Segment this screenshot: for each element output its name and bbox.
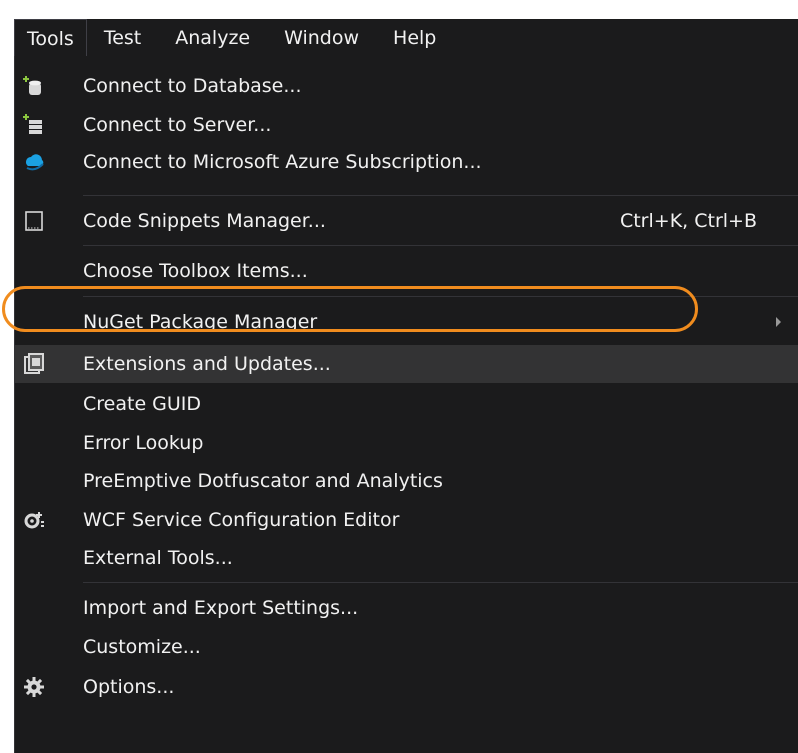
- menu-item-error-lookup[interactable]: Error Lookup: [15, 425, 798, 461]
- menu-item-label: Extensions and Updates...: [83, 353, 331, 375]
- menu-item-label: NuGet Package Manager: [83, 311, 318, 333]
- screenshot-frame: Tools Test Analyze Window Help Connect t…: [0, 0, 798, 753]
- menu-help[interactable]: Help: [376, 19, 453, 57]
- database-icon: [21, 73, 47, 99]
- menu-item-wcf-config[interactable]: WCF Service Configuration Editor: [15, 502, 798, 538]
- gear-icon: [21, 674, 47, 700]
- menu-item-options[interactable]: Options...: [15, 669, 798, 705]
- menu-item-label: Import and Export Settings...: [83, 597, 359, 619]
- menu-item-choose-toolbox[interactable]: Choose Toolbox Items...: [15, 253, 798, 289]
- menu-item-customize[interactable]: Customize...: [15, 629, 798, 665]
- menu-item-nuget[interactable]: NuGet Package Manager: [15, 304, 798, 340]
- menu-item-label: Connect to Server...: [83, 114, 272, 136]
- menu-item-label: Connect to Microsoft Azure Subscription.…: [83, 151, 482, 173]
- menu-item-label: Choose Toolbox Items...: [83, 260, 308, 282]
- menu-item-connect-server[interactable]: Connect to Server...: [15, 107, 798, 143]
- submenu-arrow-icon: [776, 317, 781, 327]
- menu-separator: [83, 582, 798, 583]
- menu-item-create-guid[interactable]: Create GUID: [15, 386, 798, 422]
- menu-item-external-tools[interactable]: External Tools...: [15, 540, 798, 576]
- menu-item-label: Create GUID: [83, 393, 202, 415]
- menu-item-label: PreEmptive Dotfuscator and Analytics: [83, 470, 443, 492]
- menu-item-connect-azure[interactable]: Connect to Microsoft Azure Subscription.…: [15, 144, 798, 180]
- extensions-icon: [21, 351, 47, 377]
- menu-item-code-snippets[interactable]: Code Snippets Manager... Ctrl+K, Ctrl+B: [15, 203, 798, 239]
- menu-item-import-export[interactable]: Import and Export Settings...: [15, 590, 798, 626]
- menu-separator: [83, 245, 798, 246]
- menu-item-label: Connect to Database...: [83, 75, 302, 97]
- menu-bar: Tools Test Analyze Window Help: [14, 19, 798, 57]
- azure-cloud-icon: [21, 149, 47, 175]
- menu-item-label: Customize...: [83, 636, 201, 658]
- menu-item-label: WCF Service Configuration Editor: [83, 509, 400, 531]
- menu-item-label: Error Lookup: [83, 432, 204, 454]
- tools-dropdown-menu: Connect to Database... Connect to Server…: [14, 56, 798, 753]
- menu-item-label: Options...: [83, 676, 175, 698]
- server-icon: [21, 112, 47, 138]
- menu-separator: [83, 195, 798, 196]
- wcf-config-icon: [21, 507, 47, 533]
- menu-window[interactable]: Window: [267, 19, 376, 57]
- snippet-icon: [21, 208, 47, 234]
- menu-test[interactable]: Test: [87, 19, 158, 57]
- menu-item-label: Code Snippets Manager...: [83, 210, 326, 232]
- menu-analyze[interactable]: Analyze: [158, 19, 267, 57]
- menu-tools[interactable]: Tools: [14, 19, 87, 57]
- menu-item-connect-database[interactable]: Connect to Database...: [15, 68, 798, 104]
- menu-item-label: External Tools...: [83, 547, 233, 569]
- shortcut-text: Ctrl+K, Ctrl+B: [619, 210, 757, 232]
- menu-separator: [83, 296, 798, 297]
- menu-item-dotfuscator[interactable]: PreEmptive Dotfuscator and Analytics: [15, 463, 798, 499]
- menu-item-extensions-updates[interactable]: Extensions and Updates...: [15, 345, 798, 383]
